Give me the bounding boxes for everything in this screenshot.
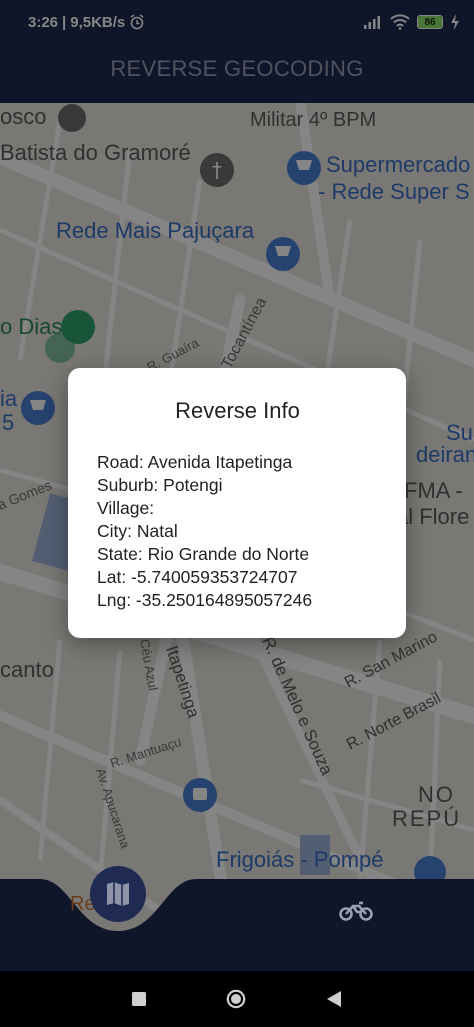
- status-time: 3:26: [28, 13, 59, 31]
- network-speed: 9,5KB/s: [70, 13, 126, 31]
- svg-text:NO: NO: [418, 782, 455, 807]
- dialog-title: Reverse Info: [175, 398, 300, 423]
- status-separator: |: [62, 13, 67, 31]
- charging-icon: [451, 14, 459, 30]
- svg-text:Frigoiás - Pompé: Frigoiás - Pompé: [216, 847, 384, 872]
- back-button[interactable]: [324, 989, 344, 1009]
- signal-icon: [364, 16, 380, 29]
- svg-text:- Rede Super S: - Rede Super S: [318, 179, 470, 204]
- svg-text:al Flore: al Flore: [396, 504, 469, 529]
- svg-text:Batista do Gramoré: Batista do Gramoré: [0, 140, 191, 165]
- village-text: Village:: [97, 498, 155, 518]
- system-navigation-bar: [0, 971, 474, 1027]
- state-text: State: Rio Grande do Norte: [97, 544, 310, 564]
- battery-level: 86: [424, 16, 436, 28]
- nav-item-map[interactable]: [90, 866, 146, 922]
- alarm-icon: [130, 14, 144, 30]
- svg-text:o Dias: o Dias: [0, 314, 62, 339]
- svg-text:5: 5: [2, 410, 14, 435]
- svg-text:Supermercado: Supermercado: [326, 152, 470, 177]
- svg-text:Rede Mais Pajuçara: Rede Mais Pajuçara: [56, 218, 255, 243]
- svg-text:†: †: [212, 158, 222, 182]
- road-text: Road: Avenida Itapetinga: [97, 452, 293, 472]
- status-bar: 3:26 | 9,5KB/s 86: [0, 0, 474, 44]
- svg-text:canto: canto: [0, 657, 54, 682]
- app-title: REVERSE GEOCODING: [110, 56, 364, 81]
- recents-button[interactable]: [129, 989, 149, 1009]
- battery-indicator: 86: [417, 15, 443, 29]
- map-icon: [107, 882, 129, 906]
- motorcycle-icon: [339, 901, 373, 921]
- svg-text:Militar 4º BPM: Militar 4º BPM: [250, 109, 376, 131]
- svg-text:deirant: deirant: [416, 442, 474, 467]
- svg-text:REPÚ: REPÚ: [392, 806, 461, 831]
- latitude-text: Lat: -5.740059353724707: [97, 567, 298, 587]
- city-text: City: Natal: [97, 521, 178, 541]
- square-icon: [132, 992, 146, 1006]
- home-button[interactable]: [226, 989, 246, 1009]
- circle-icon: [226, 989, 246, 1009]
- reverse-info-dialog: Reverse Info Road: Avenida Itapetinga Su…: [68, 368, 406, 638]
- wifi-icon: [390, 14, 410, 30]
- longitude-text: Lng: -35.250164895057246: [97, 590, 313, 610]
- back-triangle-icon: [327, 991, 341, 1007]
- map-label: osco: [0, 104, 46, 129]
- nav-item-motorcycle[interactable]: [338, 896, 374, 926]
- svg-text:ia: ia: [0, 386, 18, 411]
- suburb-text: Suburb: Potengi: [97, 475, 223, 495]
- svg-text:FMA -: FMA -: [404, 478, 463, 503]
